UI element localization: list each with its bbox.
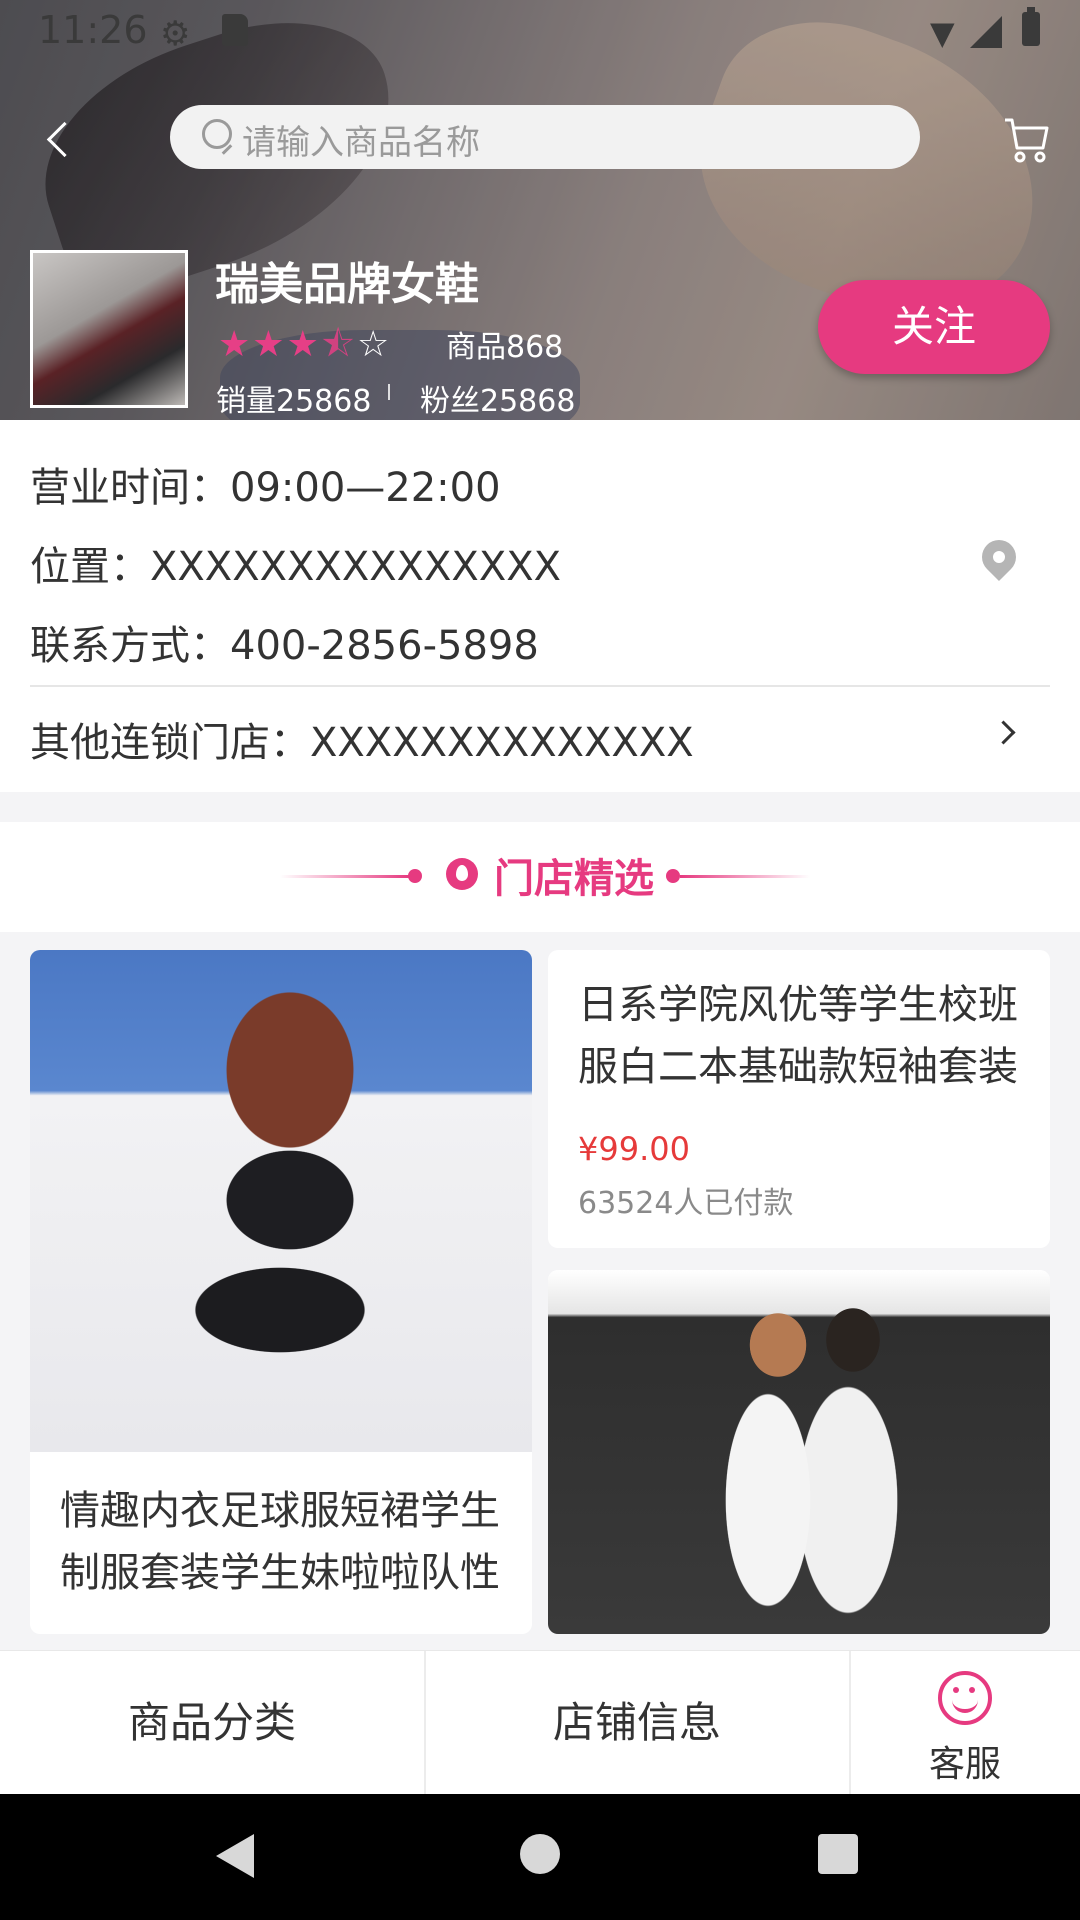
sales-count: 销量25868	[216, 384, 372, 419]
store-name: 瑞美品牌女鞋	[215, 259, 479, 310]
status-time: 11:26	[38, 8, 148, 52]
nav-back-icon[interactable]	[216, 1834, 254, 1878]
star-icon: ★	[252, 324, 287, 365]
product-card[interactable]: 情趣内衣足球服短裙学生制服套装学生妹啦啦队性	[30, 950, 532, 1634]
section-dot-right	[666, 869, 680, 883]
search-input[interactable]: 请输入商品名称	[242, 115, 480, 164]
battery-icon	[1022, 7, 1040, 46]
product-price: ¥99.00	[578, 1130, 690, 1168]
follow-button[interactable]: 关注	[818, 280, 1050, 374]
product-card[interactable]	[548, 1270, 1050, 1634]
chain-stores-link[interactable]: 其他连锁门店：XXXXXXXXXXXXXX	[30, 710, 694, 768]
store-location[interactable]: 位置：XXXXXXXXXXXXXXX	[30, 534, 561, 592]
product-image[interactable]	[30, 950, 532, 1452]
section-line-left	[280, 875, 410, 878]
tab-category[interactable]: 商品分类	[0, 1651, 424, 1795]
status-bar: 11:26 ⚙ ▼	[0, 0, 1080, 62]
product-sold-count: 63524人已付款	[578, 1186, 794, 1221]
sd-card-icon	[222, 14, 248, 46]
back-button[interactable]	[40, 115, 83, 165]
section-header: 门店精选	[0, 822, 1080, 932]
bottom-bar: 商品分类 店铺信息 客服	[0, 1650, 1080, 1795]
info-divider	[30, 685, 1050, 687]
section-line-right	[680, 875, 810, 878]
business-hours: 营业时间：09:00—22:00	[30, 465, 501, 511]
star-empty-icon: ☆	[356, 324, 392, 365]
store-info: 营业时间：09:00—22:00 位置：XXXXXXXXXXXXXXX 联系方式…	[0, 420, 1080, 792]
star-icon: ★	[218, 324, 253, 365]
nav-recents-icon[interactable]	[818, 1834, 858, 1874]
tab-store-info-label: 店铺信息	[552, 1698, 721, 1747]
star-half-icon: ⯪	[320, 324, 357, 365]
tab-category-label: 商品分类	[127, 1698, 296, 1747]
signal-icon	[970, 16, 1002, 48]
cart-icon[interactable]	[1003, 114, 1049, 164]
tab-customer-service[interactable]: 客服	[850, 1651, 1080, 1795]
product-card[interactable]: 日系学院风优等学生校班服白二本基础款短袖套装 ¥99.00 63524人已付款	[548, 950, 1050, 1248]
tab-store-info[interactable]: 店铺信息	[425, 1651, 849, 1795]
wifi-icon: ▼	[930, 14, 955, 52]
section-title: 门店精选	[494, 856, 654, 902]
star-icon: ★	[286, 324, 321, 365]
search-bar[interactable]: 请输入商品名称	[170, 105, 920, 169]
section-dot-left	[408, 869, 422, 883]
store-logo	[30, 250, 188, 408]
back-arrow-icon	[46, 121, 83, 158]
search-icon	[202, 119, 232, 149]
smile-icon	[938, 1671, 992, 1725]
store-rating: ★★★⯪☆	[218, 318, 391, 379]
stats-divider	[388, 384, 390, 400]
store-header: 11:26 ⚙ ▼ 请输入商品名称 瑞美品牌女鞋 ★★★⯪☆ 商品868 销量2…	[0, 0, 1080, 420]
contact-phone[interactable]: 联系方式：400-2856-5898	[30, 613, 539, 671]
location-pin-icon[interactable]	[974, 532, 1024, 582]
gear-icon: ⚙	[160, 14, 191, 54]
nav-home-icon[interactable]	[520, 1834, 560, 1874]
fans-count: 粉丝25868	[420, 384, 576, 419]
tab-customer-service-label: 客服	[928, 1744, 1001, 1785]
system-nav-bar	[0, 1794, 1080, 1920]
goods-count: 商品868	[446, 330, 564, 365]
product-image[interactable]	[548, 1270, 1050, 1634]
product-title: 情趣内衣足球服短裙学生制服套装学生妹啦啦队性	[60, 1488, 500, 1596]
chevron-right-icon[interactable]	[991, 720, 1016, 745]
product-title: 日系学院风优等学生校班服白二本基础款短袖套装	[578, 982, 1018, 1090]
fire-icon	[446, 858, 478, 890]
